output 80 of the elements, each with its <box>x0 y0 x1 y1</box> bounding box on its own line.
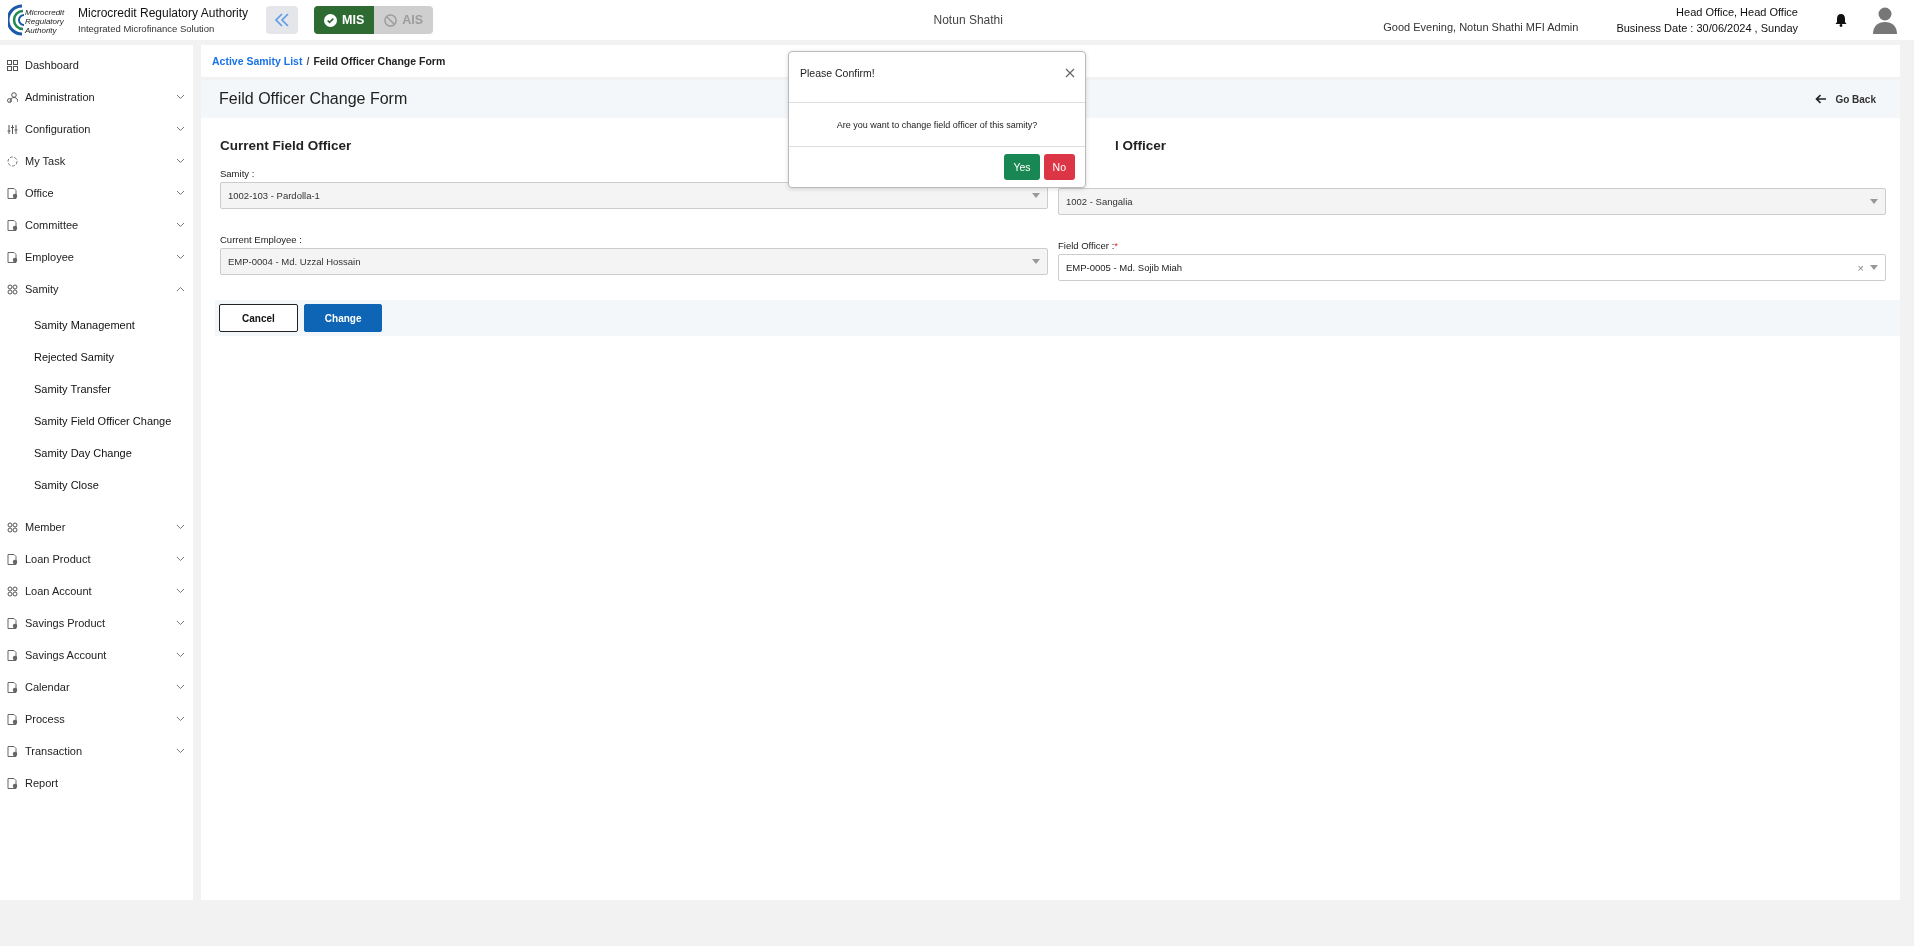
business-date: Business Date : 30/06/2024 , Sunday <box>1616 22 1798 34</box>
sliders-icon <box>7 123 18 135</box>
sidebar-subitem[interactable]: Samity Management <box>0 309 193 341</box>
check-icon <box>324 13 338 27</box>
greeting-text: Good Evening, Notun Shathi MFI Admin <box>1383 21 1579 33</box>
sidebar-item[interactable]: Savings Product <box>0 607 193 639</box>
section-heading: l Officer <box>1115 138 1167 155</box>
arrow-left-icon <box>1815 94 1828 104</box>
document-icon <box>7 649 18 661</box>
change-button[interactable]: Change <box>303 304 383 332</box>
field-label: Current Employee : <box>220 234 302 247</box>
logo: Microcredit Regulatory Authority <box>8 2 70 38</box>
field-label: Field Officer :* <box>1058 240 1119 253</box>
sidebar-item[interactable]: Process <box>0 703 193 735</box>
module-tab[interactable]: MIS <box>314 6 375 34</box>
sidebar-item[interactable]: My Task <box>0 145 193 177</box>
document-icon <box>7 553 18 565</box>
select-field[interactable]: EMP-0005 - Md. Sojib Miah × <box>1058 254 1886 281</box>
sidebar-item[interactable]: Employee <box>0 241 193 273</box>
document-icon <box>7 187 18 199</box>
double-chevron-icon <box>274 13 291 27</box>
sidebar-item[interactable]: Savings Account <box>0 639 193 671</box>
document-icon <box>7 745 18 757</box>
group-icon <box>7 283 18 295</box>
caret-icon <box>1032 193 1040 198</box>
sidebar-item[interactable]: Member <box>0 511 193 543</box>
select-field: 1002-103 - Pardolla-1 <box>220 182 1048 209</box>
blocked-icon <box>384 13 398 27</box>
breadcrumb-link[interactable]: Active Samity List <box>212 55 303 67</box>
app-subtitle: Integrated Microfinance Solution <box>78 23 216 34</box>
section-heading: Current Field Officer <box>220 138 353 155</box>
sidebar-item[interactable]: Loan Account <box>0 575 193 607</box>
caret-icon <box>1032 259 1040 264</box>
office-name: Head Office, Head Office <box>1676 6 1798 18</box>
dashed-circle-icon <box>7 155 18 167</box>
select-field: EMP-0004 - Md. Uzzal Hossain <box>220 248 1048 275</box>
sidebar-subitem[interactable]: Samity Close <box>0 469 193 501</box>
sidebar-subitem[interactable]: Samity Transfer <box>0 373 193 405</box>
caret-icon <box>1870 199 1878 204</box>
document-icon <box>7 681 18 693</box>
document-icon <box>7 777 18 789</box>
document-icon <box>7 219 18 231</box>
sidebar-subitem[interactable]: Samity Day Change <box>0 437 193 469</box>
sidebar-item[interactable]: Calendar <box>0 671 193 703</box>
page-title: Feild Officer Change Form <box>219 90 408 108</box>
field-label: Samity : <box>220 168 255 181</box>
sidebar-item[interactable]: Configuration <box>0 113 193 145</box>
select-field: 1002 - Sangalia <box>1058 188 1886 215</box>
caret-icon <box>1870 265 1878 270</box>
sidebar-subitem[interactable]: Samity Field Officer Change <box>0 405 193 437</box>
dialog-message: Are you want to change field officer of this samity? <box>836 119 1038 130</box>
close-icon[interactable] <box>1065 68 1075 78</box>
sidebar-item[interactable]: Transaction <box>0 735 193 767</box>
breadcrumb-separator: / <box>306 55 310 67</box>
breadcrumb-current: Feild Officer Change Form <box>313 55 446 67</box>
dialog-title: Please Confirm! <box>800 67 875 79</box>
cancel-button[interactable]: Cancel <box>219 304 298 332</box>
avatar-icon[interactable] <box>1872 6 1898 34</box>
app-title: Microcredit Regulatory Authority <box>78 6 249 20</box>
document-icon <box>7 251 18 263</box>
sidebar-subitem[interactable]: Rejected Samity <box>0 341 193 373</box>
bell-icon[interactable] <box>1834 13 1848 27</box>
sidebar-item[interactable]: Report <box>0 767 193 799</box>
sidebar-item[interactable]: Office <box>0 177 193 209</box>
users-icon <box>7 91 18 103</box>
sidebar-item[interactable]: Committee <box>0 209 193 241</box>
group-icon <box>7 521 18 533</box>
document-icon <box>7 713 18 725</box>
document-icon <box>7 617 18 629</box>
sidebar-item[interactable]: Loan Product <box>0 543 193 575</box>
yes-button[interactable]: Yes <box>1004 154 1040 180</box>
sidebar-item[interactable]: Samity <box>0 273 193 305</box>
no-button[interactable]: No <box>1043 154 1075 180</box>
organization-name: Notun Shathi <box>932 13 1004 27</box>
group-icon <box>7 585 18 597</box>
sidebar-item[interactable]: Administration <box>0 81 193 113</box>
grid-icon <box>7 59 18 71</box>
sidebar-item[interactable]: Dashboard <box>0 49 193 81</box>
go-back-button[interactable]: Go Back <box>1809 92 1882 106</box>
collapse-button[interactable] <box>266 6 299 34</box>
